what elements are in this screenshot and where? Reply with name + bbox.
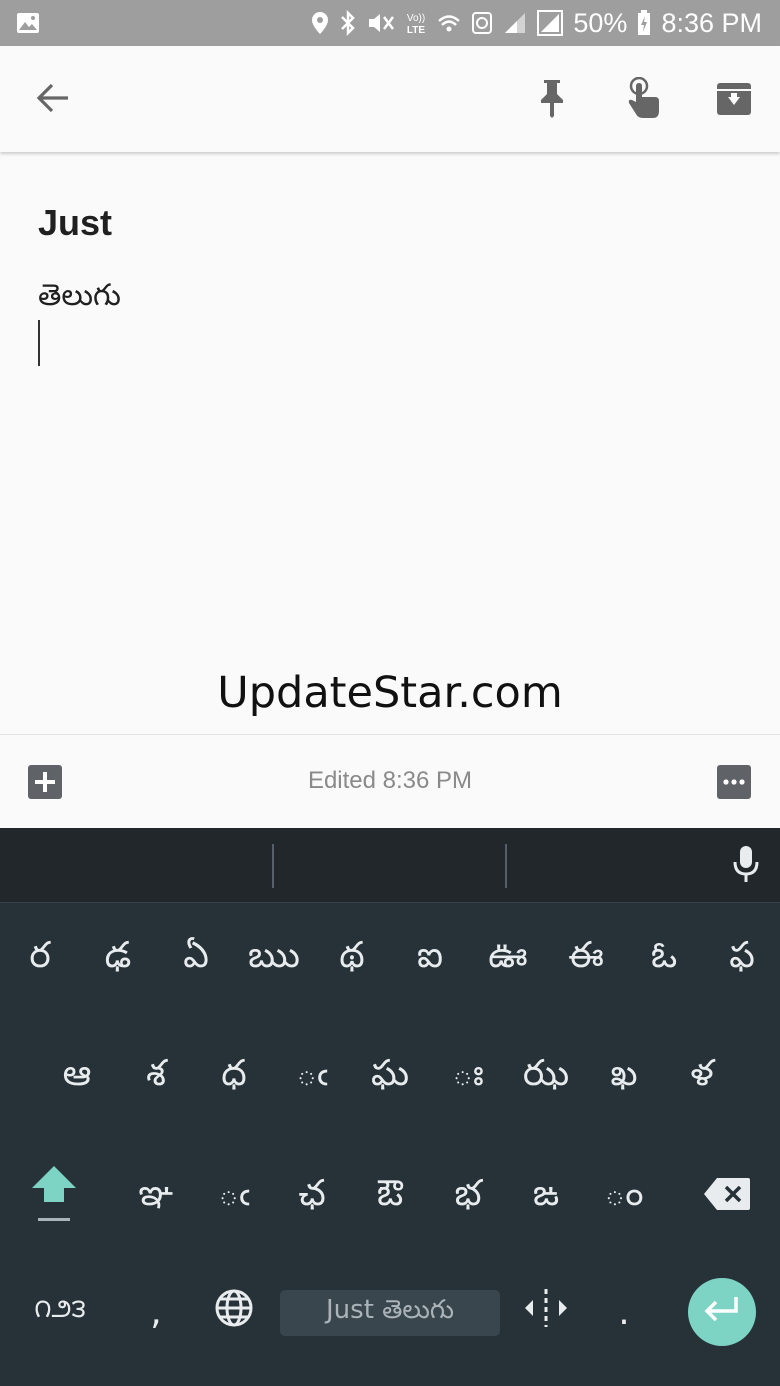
watermark: UpdateStar.com: [217, 668, 563, 718]
location-icon: [311, 11, 329, 35]
key[interactable]: ర: [2, 910, 78, 1010]
key[interactable]: శ: [118, 1028, 194, 1128]
key[interactable]: ఓ: [626, 910, 702, 1010]
comma-key[interactable]: ,: [118, 1266, 194, 1358]
key[interactable]: ఢ: [80, 910, 156, 1010]
pin-icon: [537, 78, 567, 122]
key-row-3: ఞ ◌ఁ ఛ ఔ భ ఙ ◌ం: [0, 1148, 780, 1248]
suggestion-divider: [505, 844, 507, 888]
pin-button[interactable]: [526, 74, 578, 126]
key-row-1: ర ఢ ఏ ఋ థ ఐ ఊ ఈ ఓ ఫ: [0, 910, 780, 1010]
backspace-icon: [703, 1177, 751, 1220]
key[interactable]: థ: [314, 910, 390, 1010]
bluetooth-icon: [339, 10, 357, 36]
enter-key[interactable]: [688, 1278, 756, 1346]
spacebar[interactable]: Just తెలుగు: [280, 1290, 500, 1336]
backspace-key[interactable]: [680, 1148, 774, 1248]
svg-text:Vo)): Vo)): [407, 13, 425, 24]
edited-timestamp: Edited 8:36 PM: [307, 767, 473, 794]
symbols-key[interactable]: ౧౨౩: [8, 1266, 112, 1358]
suggestion-strip: [0, 828, 780, 903]
wifi-icon: [437, 12, 461, 34]
key[interactable]: ఔ: [352, 1148, 428, 1248]
shift-icon: [29, 1162, 79, 1235]
shift-key[interactable]: [2, 1148, 106, 1248]
clock: 8:36 PM: [661, 7, 762, 38]
gallery-icon: [16, 12, 40, 34]
key[interactable]: ◌ఁ: [196, 1148, 272, 1248]
svg-text:LTE: LTE: [407, 25, 425, 36]
key[interactable]: ◌ః: [430, 1028, 506, 1128]
text-cursor: [38, 320, 40, 366]
volte-icon: Vo)) LTE: [405, 10, 427, 36]
status-bar: Vo)) LTE 50% 8:36 PM: [0, 0, 780, 46]
key[interactable]: ◌ఁ: [274, 1028, 350, 1128]
key[interactable]: ఛ: [274, 1148, 350, 1248]
key[interactable]: ఫ: [704, 910, 780, 1010]
key[interactable]: ఘ: [352, 1028, 428, 1128]
key[interactable]: ఐ: [392, 910, 468, 1010]
microphone-icon: [731, 844, 761, 888]
data-icon: [471, 11, 493, 35]
voice-input-button[interactable]: [726, 842, 766, 890]
cursor-move-key[interactable]: [508, 1266, 584, 1358]
key-row-4: ౧౨౩ , Just తెలుగు .: [0, 1266, 780, 1366]
language-key[interactable]: [196, 1266, 272, 1358]
key[interactable]: ఖ: [586, 1028, 662, 1128]
key[interactable]: ఊ: [470, 910, 546, 1010]
reminder-button[interactable]: [616, 74, 668, 126]
mute-icon: [367, 11, 395, 35]
more-icon: [716, 765, 752, 804]
back-arrow-icon: [36, 83, 70, 117]
reminder-icon: [623, 76, 661, 123]
key[interactable]: ఝ: [508, 1028, 584, 1128]
note-title[interactable]: Just: [38, 202, 112, 244]
key[interactable]: ఋ: [236, 910, 312, 1010]
period-key[interactable]: .: [586, 1266, 662, 1358]
key[interactable]: ధ: [196, 1028, 272, 1128]
more-button[interactable]: [716, 764, 752, 800]
note-bottom-bar: Edited 8:36 PM: [0, 734, 780, 829]
globe-icon: [214, 1288, 254, 1337]
key[interactable]: ఙ: [508, 1148, 584, 1248]
signal-icon: [503, 11, 527, 35]
note-body[interactable]: తెలుగు: [38, 278, 121, 320]
key[interactable]: ఏ: [158, 910, 234, 1010]
app-bar: [0, 46, 780, 152]
key[interactable]: భ: [430, 1148, 506, 1248]
back-button[interactable]: [27, 74, 79, 126]
enter-icon: [702, 1295, 742, 1329]
key[interactable]: ఈ: [548, 910, 624, 1010]
cursor-move-icon: [522, 1287, 570, 1338]
key[interactable]: ళ: [664, 1028, 740, 1128]
key[interactable]: ◌ం: [586, 1148, 662, 1248]
battery-percent: 50%: [573, 7, 628, 38]
note-editor[interactable]: Just తెలుగు UpdateStar.com: [0, 152, 780, 734]
key[interactable]: ఞ: [118, 1148, 194, 1248]
suggestion-divider: [272, 844, 274, 888]
key[interactable]: ఆ: [39, 1028, 115, 1128]
signal-icon: [537, 10, 564, 36]
battery-icon: [637, 10, 651, 36]
archive-button[interactable]: [708, 74, 760, 126]
key-row-2: ఆ శ ధ ◌ఁ ఘ ◌ః ఝ ఖ ళ: [0, 1028, 780, 1128]
keyboard: ర ఢ ఏ ఋ థ ఐ ఊ ఈ ఓ ఫ ఆ శ ధ ◌ఁ ఘ ◌ః ఝ ఖ ళ …: [0, 828, 780, 1386]
archive-icon: [716, 80, 752, 120]
